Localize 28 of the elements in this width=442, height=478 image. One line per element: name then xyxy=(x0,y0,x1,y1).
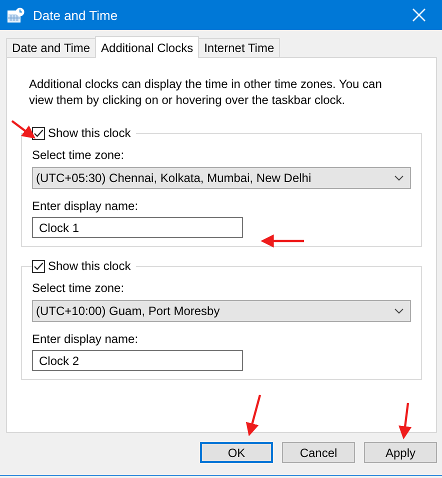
tab[interactable]: Date and Time xyxy=(6,38,96,57)
dialog-button[interactable]: OK xyxy=(200,442,273,463)
field-label: Enter display name: xyxy=(32,199,140,213)
chevron-down-icon xyxy=(394,308,404,314)
time-zone-dropdown[interactable]: (UTC+05:30) Chennai, Kolkata, Mumbai, New Delhi xyxy=(32,167,411,189)
chevron-down-icon xyxy=(394,175,404,181)
checkbox-label: Show this clock xyxy=(48,126,131,140)
description-text: Additional clocks can display the time in other time zones. You can view them by clicking on or hovering over the taskbar clock. xyxy=(29,76,383,108)
close-icon xyxy=(412,8,426,22)
annotation-arrow xyxy=(246,394,262,436)
display-name-field[interactable]: Clock 2 xyxy=(32,350,243,371)
annotation-arrow xyxy=(11,120,36,139)
calendar-clock-icon xyxy=(7,7,25,23)
checkbox-label: Show this clock xyxy=(48,259,131,273)
display-name-field[interactable]: Clock 1 xyxy=(32,217,243,238)
checkbox[interactable] xyxy=(32,126,45,140)
time-zone-dropdown[interactable]: (UTC+10:00) Guam, Port Moresby xyxy=(32,300,411,322)
tab[interactable]: Additional Clocks xyxy=(95,36,200,58)
field-label: Select time zone: xyxy=(32,281,126,295)
field-label: Enter display name: xyxy=(32,332,140,346)
dialog-button[interactable]: Apply xyxy=(364,442,437,463)
window-title: Date and Time xyxy=(33,8,118,22)
dialog-button[interactable]: Cancel xyxy=(282,442,355,463)
field-label: Select time zone: xyxy=(32,148,126,162)
annotation-arrow xyxy=(260,234,304,248)
tab[interactable]: Internet Time xyxy=(198,38,280,57)
annotation-arrow xyxy=(398,402,412,440)
checkbox[interactable] xyxy=(32,260,45,272)
